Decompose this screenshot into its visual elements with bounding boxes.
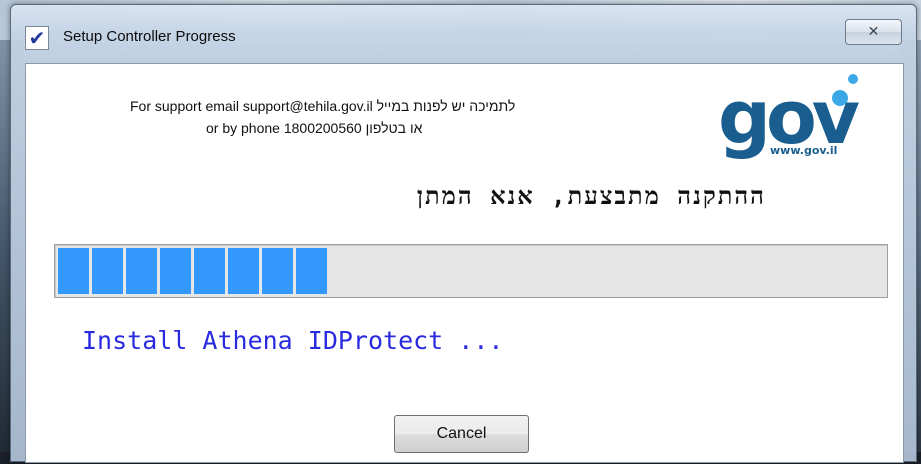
- title-bar[interactable]: ✔ Setup Controller Progress ✕: [11, 5, 916, 63]
- close-button[interactable]: ✕: [845, 19, 902, 45]
- gov-logo: gov www.gov.il: [718, 70, 860, 166]
- progress-segment: [92, 248, 123, 294]
- progress-segment: [160, 248, 191, 294]
- dialog-content: For support email support@tehila.gov.il …: [25, 63, 904, 463]
- checkmark-icon: ✔: [25, 26, 49, 50]
- install-progress-bar: [54, 244, 888, 298]
- cancel-button[interactable]: Cancel: [394, 415, 529, 453]
- progress-segment: [58, 248, 89, 294]
- progress-segment: [228, 248, 259, 294]
- close-icon: ✕: [867, 24, 880, 40]
- support-phone-line: or by phone 1800200560 או בטלפון: [206, 120, 423, 136]
- logo-dot-small: [848, 74, 858, 84]
- support-info: For support email support@tehila.gov.il …: [26, 96, 646, 156]
- progress-segment: [262, 248, 293, 294]
- status-text: Install Athena IDProtect ...: [82, 326, 504, 355]
- install-headline: ההתקנה מתבצעת, אנא המתן: [416, 182, 766, 210]
- progress-fill: [58, 248, 327, 294]
- progress-segment: [296, 248, 327, 294]
- support-email-line: For support email support@tehila.gov.il …: [130, 98, 516, 114]
- progress-segment: [194, 248, 225, 294]
- logo-dot-large: [832, 90, 848, 106]
- setup-progress-window: ✔ Setup Controller Progress ✕ For suppor…: [10, 4, 917, 463]
- progress-segment: [126, 248, 157, 294]
- window-title: Setup Controller Progress: [63, 28, 236, 45]
- gov-logo-url: www.gov.il: [770, 144, 838, 157]
